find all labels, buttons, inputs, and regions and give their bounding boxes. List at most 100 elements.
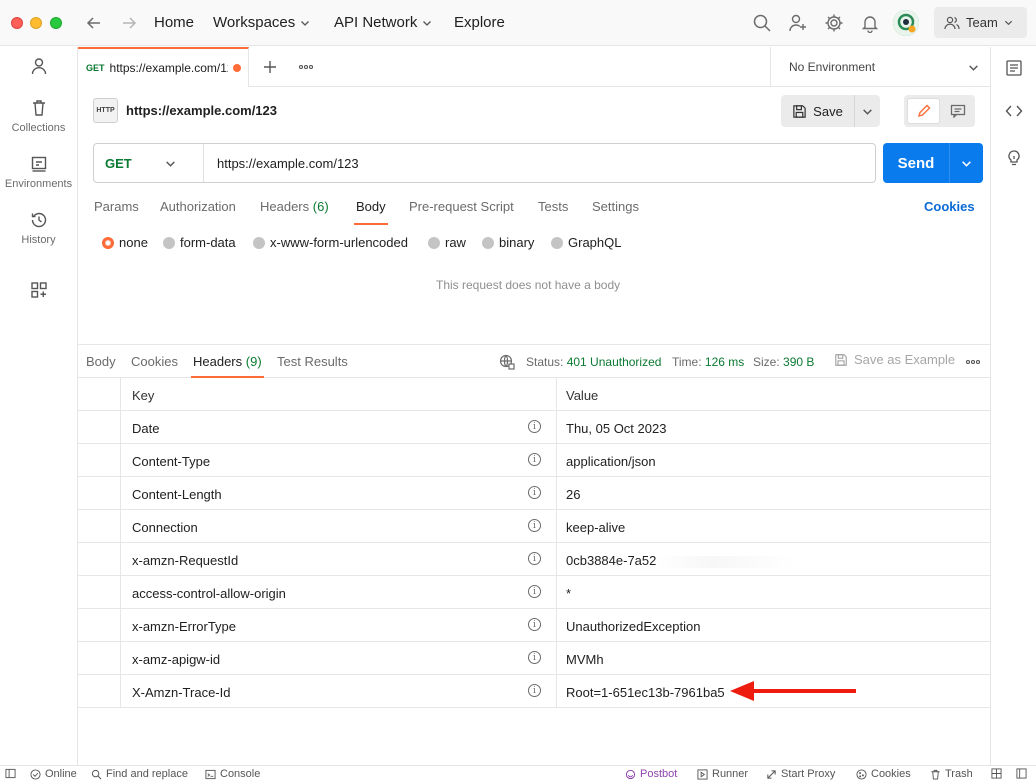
invite-user-icon[interactable] [788,13,808,33]
redacted-region [656,555,797,568]
column-header-value-cell: Value [556,378,990,411]
tab-body[interactable]: Body [354,199,388,225]
trash-button[interactable]: Trash [930,768,973,780]
info-icon[interactable]: i [528,453,541,466]
info-icon[interactable]: i [528,420,541,433]
header-value-cell: keep-alive [556,510,990,543]
url-input[interactable] [204,144,875,182]
window-close-button[interactable] [11,17,23,29]
info-icon[interactable]: i [528,552,541,565]
body-type-urlencoded[interactable]: x-www-form-urlencoded [253,235,408,250]
cookies-link[interactable]: Cookies [924,199,975,214]
info-icon[interactable]: i [528,486,541,499]
tab-settings[interactable]: Settings [592,199,639,214]
postbot-button[interactable]: Postbot [625,768,677,780]
tab-label: Params [94,199,139,214]
edit-mode-button[interactable] [907,98,940,124]
tab-params[interactable]: Params [94,199,139,214]
bell-icon[interactable] [860,13,880,33]
nav-home[interactable]: Home [154,14,194,31]
nav-workspaces[interactable]: Workspaces [213,14,310,31]
environment-selector[interactable]: No Environment [770,47,990,87]
sidebar-item-history[interactable]: History [0,211,77,246]
team-button[interactable]: Team [934,7,1027,38]
info-icon[interactable]: i [528,651,541,664]
nav-api-network[interactable]: API Network [334,14,432,31]
body-type-graphql[interactable]: GraphQL [551,235,621,250]
network-globe-icon[interactable] [499,354,515,370]
layout-toggle-icon[interactable] [991,768,1002,779]
window-zoom-button[interactable] [50,17,62,29]
lightbulb-icon[interactable] [1005,149,1023,167]
avatar[interactable] [893,10,919,36]
more-tabs-icon[interactable] [298,59,314,75]
save-as-example-label: Save as Example [854,352,956,367]
new-tab-plus-icon[interactable] [262,59,278,75]
tab-headers[interactable]: Headers (6) [260,199,329,214]
nav-explore[interactable]: Explore [454,14,505,31]
status-bar: Online Find and replace Console Postbot … [0,765,1036,784]
body-type-binary[interactable]: binary [482,235,534,250]
method-select[interactable]: GET [94,144,204,182]
info-icon[interactable]: i [528,585,541,598]
info-icon[interactable]: i [528,618,541,631]
send-options-button[interactable] [950,143,983,183]
save-as-example-button[interactable]: Save as Example [834,352,955,367]
info-icon[interactable]: i [528,519,541,532]
save-options-button[interactable] [855,95,880,127]
tab-pre-request-script[interactable]: Pre-request Script [409,199,514,214]
nav-api-network-label: API Network [334,14,418,31]
postbot-icon [625,769,636,779]
time-label: Time: [672,355,702,369]
response-tab-test-results[interactable]: Test Results [277,354,348,369]
sidebar-item-account[interactable] [0,57,77,80]
environment-quicklook-icon[interactable] [1005,59,1023,77]
tab-count: (9) [245,354,262,369]
response-size: Size: 390 B [753,355,814,369]
history-icon [31,212,46,228]
forward-arrow-icon[interactable] [119,13,139,33]
response-time: Time: 126 ms [672,355,744,369]
body-type-raw[interactable]: raw [428,235,466,250]
online-status[interactable]: Online [30,768,77,780]
status-value: 401 Unauthorized [566,355,662,369]
help-icon[interactable] [1016,768,1027,779]
start-proxy-button[interactable]: Start Proxy [766,768,835,780]
tab-label: Authorization [160,199,236,214]
back-arrow-icon[interactable] [84,13,104,33]
sidebar-item-environments[interactable]: Environments [0,155,77,190]
body-type-none[interactable]: none [102,235,148,250]
more-options-icon[interactable] [965,355,981,369]
info-icon[interactable]: i [528,684,541,697]
code-icon[interactable] [1005,102,1023,120]
request-title[interactable]: https://example.com/123 [126,103,277,118]
body-type-form-data[interactable]: form-data [163,235,236,250]
header-value: keep-alive [566,520,626,535]
sidebar-item-configure[interactable] [0,281,77,304]
start-proxy-label: Start Proxy [781,768,836,780]
gear-icon[interactable] [824,13,844,33]
response-tab-headers[interactable]: Headers (9) [191,354,264,378]
tab-label: Headers [260,199,310,214]
left-sidebar: Collections Environments History [0,47,78,765]
radio-icon [253,236,265,249]
radio-label: raw [445,235,466,250]
comments-mode-button[interactable] [944,100,972,122]
search-icon[interactable] [752,13,772,33]
sidebar-item-label: Collections [11,122,66,134]
find-and-replace-button[interactable]: Find and replace [91,768,188,780]
request-tab[interactable]: GET https://example.com/123 [78,47,249,87]
sidebar-item-collections[interactable]: Collections [0,99,77,134]
response-tab-body[interactable]: Body [86,354,116,369]
console-button[interactable]: Console [205,768,260,780]
send-button[interactable]: Send [883,143,950,183]
toggle-sidebar-icon[interactable] [5,768,16,779]
tab-tests[interactable]: Tests [538,199,568,214]
response-tab-cookies[interactable]: Cookies [131,354,178,369]
radio-label: x-www-form-urlencoded [270,235,408,250]
window-minimize-button[interactable] [30,17,42,29]
runner-button[interactable]: Runner [697,768,748,780]
save-button[interactable]: Save [781,95,855,127]
cookies-button[interactable]: Cookies [856,768,911,780]
tab-authorization[interactable]: Authorization [160,199,236,214]
